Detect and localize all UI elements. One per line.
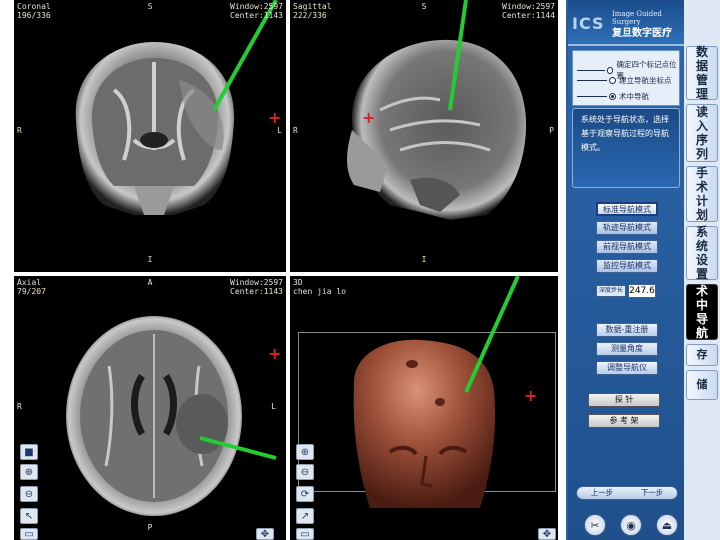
forward-mode-button[interactable]: 前视导航模式 — [596, 240, 658, 254]
tools-icon[interactable]: ✂ — [584, 514, 606, 536]
coronal-left-marker: R — [17, 126, 22, 135]
tab-data-management[interactable]: 数据管理 — [686, 45, 718, 101]
step-registration[interactable]: 建立导航坐标点 — [577, 75, 672, 86]
tab-load-series[interactable]: 读入序列 — [686, 104, 718, 162]
standard-mode-button[interactable]: 标准导航模式 — [596, 202, 658, 216]
reference-frame-button[interactable]: 参 考 架 — [588, 414, 660, 428]
axial-bottom-marker: P — [147, 523, 153, 532]
coronal-info: Coronal 196/336 — [17, 2, 51, 20]
axial-info: Axial 79/207 — [17, 278, 46, 296]
sagittal-top-marker: S — [421, 2, 427, 11]
3d-zoom-in-icon[interactable]: ⊕ — [296, 444, 314, 460]
depth-step-label: 深度步长 — [596, 285, 626, 297]
3d-viewport[interactable]: 3D chen jia lo + ⊕ ⊖ ⟳ ↗ ▭ ✥ — [290, 276, 558, 540]
measure-angle-button[interactable]: 测量角度 — [596, 342, 658, 356]
sagittal-bottom-marker: I — [421, 255, 427, 264]
sagittal-left-marker: R — [293, 126, 298, 135]
prev-step-button[interactable]: 上一步 — [591, 487, 614, 499]
axial-top-marker: A — [147, 278, 153, 287]
axial-brain-image — [66, 316, 277, 516]
3d-pointer-icon[interactable]: ↗ — [296, 508, 314, 524]
sagittal-right-marker: P — [549, 126, 554, 135]
monitor-mode-button[interactable]: 监控导航模式 — [596, 259, 658, 273]
axial-right-marker: L — [271, 402, 276, 411]
workflow-steps: 确定四个标记点位置 建立导航坐标点 术中导航 — [572, 50, 680, 106]
zoom-out-icon[interactable]: ⊖ — [20, 486, 38, 502]
tab-system-settings[interactable]: 系统设置 — [686, 225, 718, 281]
3d-info: 3D chen jia lo — [293, 278, 346, 296]
step-pager: 上一步 下一步 — [576, 486, 678, 500]
navigation-panel: ICS Image Guided Surgery 复旦数字医疗 确定四个标记点位… — [566, 0, 720, 540]
window-level-icon[interactable]: ■ — [20, 444, 38, 460]
3d-zoom-out-icon[interactable]: ⊖ — [296, 464, 314, 480]
axial-window-info: Window:2597 Center:1143 — [230, 278, 283, 296]
tab-save[interactable]: 存 — [686, 344, 718, 366]
3d-rotate-icon[interactable]: ⟳ — [296, 486, 314, 502]
coronal-brain-image — [75, 0, 278, 215]
exit-icon[interactable]: ⏏ — [656, 514, 678, 536]
sagittal-crosshair-icon: + — [362, 108, 376, 127]
next-step-button[interactable]: 下一步 — [641, 487, 664, 499]
status-message: 系统处于导航状态，选择基于观察导航过程的导航模式。 — [572, 108, 680, 188]
sagittal-window-info: Window:2597 Center:1144 — [502, 2, 555, 20]
camera-icon[interactable]: ◉ — [620, 514, 642, 536]
tab-store[interactable]: 储 — [686, 370, 718, 400]
coronal-window-info: Window:2597 Center:1143 — [230, 2, 283, 20]
panel-main: ICS Image Guided Surgery 复旦数字医疗 确定四个标记点位… — [568, 0, 684, 540]
axial-left-marker: R — [17, 402, 22, 411]
coronal-viewport[interactable]: Coronal 196/336 S Window:2597 Center:114… — [14, 0, 286, 272]
coronal-bottom-marker: I — [147, 255, 153, 264]
coronal-top-marker: S — [147, 2, 153, 11]
adjust-navigator-button[interactable]: 调整导航仪 — [596, 361, 658, 375]
logo-abbr: ICS — [572, 14, 605, 33]
axial-crosshair-icon: + — [268, 344, 282, 363]
coronal-crosshair-icon: + — [268, 108, 282, 127]
axial-viewport[interactable]: Axial 79/207 A Window:2597 Center:1143 R… — [14, 276, 286, 540]
side-tabs: 数据管理 读入序列 手术计划 系统设置 术中导航 存 储 — [684, 0, 720, 540]
sagittal-brain-image — [347, 0, 527, 221]
sagittal-viewport[interactable]: Sagittal 222/336 S Window:2597 Center:11… — [290, 0, 558, 272]
3d-head-render — [353, 276, 520, 508]
reset-icon[interactable]: ▭ — [20, 528, 38, 540]
3d-crosshair-icon: + — [524, 386, 538, 405]
step-navigation[interactable]: 术中导航 — [577, 91, 649, 102]
depth-step-input[interactable]: 247.6 — [628, 284, 656, 298]
3d-reset-icon[interactable]: ▭ — [296, 528, 314, 540]
logo-bar: ICS Image Guided Surgery 复旦数字医疗 — [568, 0, 684, 46]
coronal-right-marker: L — [277, 126, 282, 135]
zoom-in-icon[interactable]: ⊕ — [20, 464, 38, 480]
trajectory-mode-button[interactable]: 轨迹导航模式 — [596, 221, 658, 235]
sagittal-info: Sagittal 222/336 — [293, 2, 332, 20]
tab-intraop-navigation[interactable]: 术中导航 — [686, 284, 718, 340]
3d-probe-line — [464, 276, 520, 393]
pointer-icon[interactable]: ↖ — [20, 508, 38, 524]
tab-surgery-plan[interactable]: 手术计划 — [686, 166, 718, 222]
reregister-button[interactable]: 数据-重注册 — [596, 323, 658, 337]
pan-icon[interactable]: ✥ — [256, 528, 274, 540]
probe-button[interactable]: 探 针 — [588, 393, 660, 407]
logo-chinese: 复旦数字医疗 — [612, 28, 672, 39]
3d-pan-icon[interactable]: ✥ — [538, 528, 556, 540]
